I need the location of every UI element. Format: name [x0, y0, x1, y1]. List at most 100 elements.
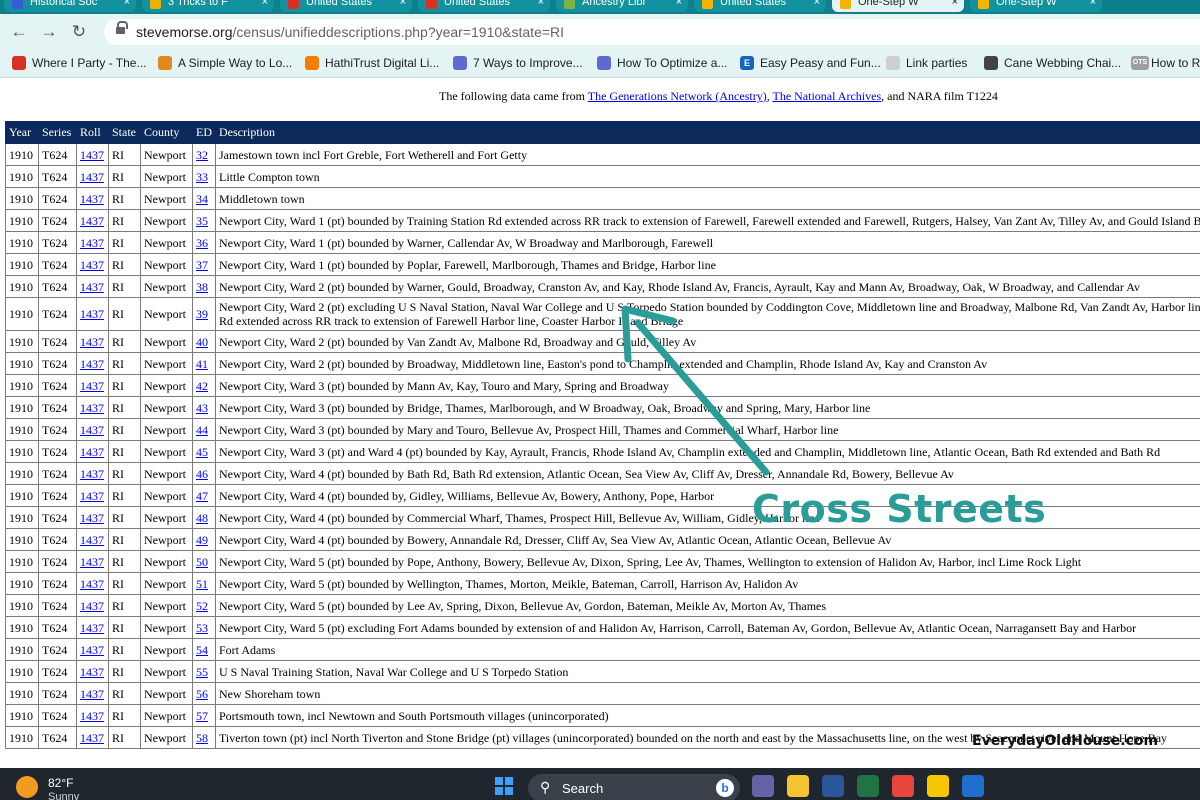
ed-link[interactable]: 50	[196, 555, 208, 569]
ed-link[interactable]: 52	[196, 599, 208, 613]
address-bar[interactable]: stevemorse.org/census/unifieddescription…	[104, 19, 1200, 45]
ed-link[interactable]: 47	[196, 489, 208, 503]
ed-link[interactable]: 46	[196, 467, 208, 481]
roll-link[interactable]: 1437	[80, 148, 104, 162]
tab-close-icon[interactable]: ×	[952, 0, 958, 10]
browser-tab[interactable]: Ancestry Libr ×	[556, 0, 688, 12]
ed-link[interactable]: 43	[196, 401, 208, 415]
tab-close-icon[interactable]: ×	[124, 0, 130, 10]
roll-link[interactable]: 1437	[80, 445, 104, 459]
ed-link[interactable]: 49	[196, 533, 208, 547]
bing-icon[interactable]: b	[716, 779, 734, 797]
back-arrow-icon[interactable]: ←	[8, 21, 30, 43]
bookmark-item[interactable]: How To Optimize a...	[597, 56, 727, 70]
tab-close-icon[interactable]: ×	[814, 0, 820, 10]
edge-icon[interactable]	[962, 775, 984, 797]
bookmark-item[interactable]: HathiTrust Digital Li...	[305, 56, 439, 70]
cell-state: RI	[108, 660, 141, 683]
ed-link[interactable]: 58	[196, 731, 208, 745]
roll-link[interactable]: 1437	[80, 621, 104, 635]
sun-weather-icon[interactable]	[16, 776, 38, 798]
ed-link[interactable]: 45	[196, 445, 208, 459]
browser-tab[interactable]: One-Step W ×	[832, 0, 964, 12]
ed-link[interactable]: 37	[196, 258, 208, 272]
ed-link[interactable]: 57	[196, 709, 208, 723]
roll-link[interactable]: 1437	[80, 731, 104, 745]
ed-link[interactable]: 32	[196, 148, 208, 162]
ed-link[interactable]: 53	[196, 621, 208, 635]
ed-link[interactable]: 39	[196, 307, 208, 321]
ed-link[interactable]: 54	[196, 643, 208, 657]
bookmark-item[interactable]: E Easy Peasy and Fun...	[740, 56, 881, 70]
bookmark-item[interactable]: OTS How to R	[1131, 56, 1200, 70]
checklist-app-icon[interactable]	[927, 775, 949, 797]
ed-link[interactable]: 33	[196, 170, 208, 184]
roll-link[interactable]: 1437	[80, 280, 104, 294]
roll-link[interactable]: 1437	[80, 665, 104, 679]
tab-close-icon[interactable]: ×	[400, 0, 406, 10]
taskbar-search-box[interactable]: ⚲ Search b	[528, 774, 740, 800]
file-explorer-icon[interactable]	[787, 775, 809, 797]
roll-link[interactable]: 1437	[80, 709, 104, 723]
ed-link[interactable]: 56	[196, 687, 208, 701]
roll-link[interactable]: 1437	[80, 511, 104, 525]
roll-link[interactable]: 1437	[80, 335, 104, 349]
bookmark-item[interactable]: Link parties	[886, 56, 967, 70]
tab-close-icon[interactable]: ×	[262, 0, 268, 10]
roll-link[interactable]: 1437	[80, 357, 104, 371]
roll-link[interactable]: 1437	[80, 599, 104, 613]
ed-link[interactable]: 55	[196, 665, 208, 679]
bookmark-item[interactable]: Cane Webbing Chai...	[984, 56, 1121, 70]
roll-link[interactable]: 1437	[80, 214, 104, 228]
roll-link[interactable]: 1437	[80, 192, 104, 206]
bookmark-item[interactable]: Where I Party - The...	[12, 56, 146, 70]
roll-link[interactable]: 1437	[80, 643, 104, 657]
tab-close-icon[interactable]: ×	[676, 0, 682, 10]
windows-start-icon[interactable]	[495, 777, 513, 795]
chrome-icon[interactable]	[892, 775, 914, 797]
reload-icon[interactable]: ↻	[68, 21, 90, 43]
ed-link[interactable]: 38	[196, 280, 208, 294]
roll-link[interactable]: 1437	[80, 379, 104, 393]
roll-link[interactable]: 1437	[80, 307, 104, 321]
bookmark-item[interactable]: A Simple Way to Lo...	[158, 56, 292, 70]
ed-link[interactable]: 42	[196, 379, 208, 393]
roll-link[interactable]: 1437	[80, 401, 104, 415]
roll-link[interactable]: 1437	[80, 489, 104, 503]
ed-link[interactable]: 40	[196, 335, 208, 349]
browser-tab[interactable]: United States ×	[694, 0, 826, 12]
browser-tab[interactable]: 3 Tricks to F ×	[142, 0, 274, 12]
word-icon[interactable]	[822, 775, 844, 797]
ed-link[interactable]: 36	[196, 236, 208, 250]
bookmark-item[interactable]: 7 Ways to Improve...	[453, 56, 583, 70]
source-link-ancestry[interactable]: The Generations Network (Ancestry)	[588, 89, 767, 103]
url-text[interactable]: stevemorse.org/census/unifieddescription…	[136, 24, 564, 40]
ed-link[interactable]: 35	[196, 214, 208, 228]
ed-link[interactable]: 34	[196, 192, 208, 206]
roll-link[interactable]: 1437	[80, 423, 104, 437]
tab-close-icon[interactable]: ×	[1090, 0, 1096, 10]
roll-link[interactable]: 1437	[80, 467, 104, 481]
roll-link[interactable]: 1437	[80, 577, 104, 591]
source-link-national-archives[interactable]: The National Archives	[772, 89, 881, 103]
excel-icon[interactable]	[857, 775, 879, 797]
roll-link[interactable]: 1437	[80, 236, 104, 250]
roll-link[interactable]: 1437	[80, 170, 104, 184]
roll-link[interactable]: 1437	[80, 533, 104, 547]
roll-link[interactable]: 1437	[80, 258, 104, 272]
browser-tab[interactable]: Historical Soc ×	[4, 0, 136, 12]
ed-link[interactable]: 48	[196, 511, 208, 525]
browser-tab[interactable]: One-Step W ×	[970, 0, 1102, 12]
roll-link[interactable]: 1437	[80, 555, 104, 569]
ed-link[interactable]: 51	[196, 577, 208, 591]
cell-roll: 1437	[76, 638, 109, 661]
forward-arrow-icon[interactable]: →	[38, 21, 60, 43]
browser-tab[interactable]: United States ×	[418, 0, 550, 12]
teams-icon[interactable]	[752, 775, 774, 797]
cell-county: Newport	[140, 572, 193, 595]
browser-tab[interactable]: United States ×	[280, 0, 412, 12]
roll-link[interactable]: 1437	[80, 687, 104, 701]
tab-close-icon[interactable]: ×	[538, 0, 544, 10]
ed-link[interactable]: 41	[196, 357, 208, 371]
ed-link[interactable]: 44	[196, 423, 208, 437]
